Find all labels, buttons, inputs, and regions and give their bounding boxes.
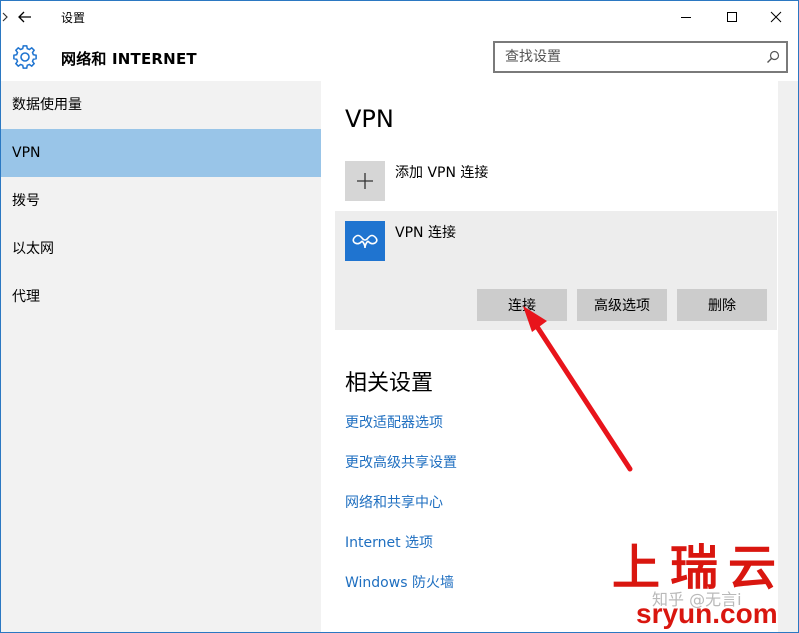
sidebar-item-label: 数据使用量	[12, 97, 82, 113]
delete-button[interactable]: 删除	[677, 289, 767, 321]
sidebar-item-proxy[interactable]: 代理	[1, 273, 321, 321]
back-button[interactable]	[13, 5, 37, 29]
vpn-connection-tile	[345, 221, 385, 261]
maximize-icon	[727, 12, 737, 22]
window-title: 设置	[61, 11, 86, 25]
add-vpn-button[interactable]: 添加 VPN 连接	[345, 161, 765, 201]
page-title: 网络和 INTERNET	[61, 50, 197, 68]
section-title-vpn: VPN	[345, 105, 394, 133]
title-bar: 设置	[1, 1, 798, 33]
close-button[interactable]	[753, 1, 798, 33]
advanced-options-button[interactable]: 高级选项	[577, 289, 667, 321]
link-network-sharing-center[interactable]: 网络和共享中心	[345, 492, 443, 512]
sidebar-item-label: 以太网	[12, 241, 54, 257]
watermark-site: sryun.com	[636, 598, 778, 629]
link-advanced-sharing-settings[interactable]: 更改高级共享设置	[345, 452, 457, 472]
search-icon[interactable]	[766, 50, 780, 64]
minimize-button[interactable]	[663, 1, 709, 33]
search-box[interactable]	[493, 41, 788, 73]
vpn-connection-name: VPN 连接	[395, 225, 456, 241]
add-vpn-tile[interactable]	[345, 161, 385, 201]
link-change-adapter-options[interactable]: 更改适配器选项	[345, 412, 443, 432]
section-title-related-settings: 相关设置	[345, 371, 434, 396]
link-windows-firewall[interactable]: Windows 防火墙	[345, 572, 454, 592]
page-header: 网络和 INTERNET	[1, 33, 798, 81]
search-input[interactable]	[495, 43, 755, 71]
connect-button[interactable]: 连接	[477, 289, 567, 321]
sidebar-item-vpn[interactable]: VPN	[1, 129, 321, 177]
window-edge-chevron-icon	[2, 12, 8, 22]
minimize-icon	[681, 17, 691, 18]
sidebar-item-label: 代理	[12, 289, 40, 305]
sidebar-item-label: VPN	[12, 145, 41, 161]
sidebar-item-label: 拨号	[12, 193, 40, 209]
add-vpn-label: 添加 VPN 连接	[395, 165, 489, 181]
back-arrow-icon	[18, 11, 31, 23]
vpn-link-icon	[352, 234, 378, 249]
maximize-button[interactable]	[709, 1, 755, 33]
sidebar-item-ethernet[interactable]: 以太网	[1, 225, 321, 273]
gear-icon	[13, 45, 37, 69]
close-icon	[770, 11, 782, 23]
sidebar-item-data-usage[interactable]: 数据使用量	[1, 81, 321, 129]
link-internet-options[interactable]: Internet 选项	[345, 532, 433, 552]
sidebar: 数据使用量 VPN 拨号 以太网 代理	[1, 81, 321, 632]
vpn-connection-item[interactable]: VPN 连接 连接 高级选项 删除	[335, 211, 777, 330]
sidebar-item-dialup[interactable]: 拨号	[1, 177, 321, 225]
plus-icon	[357, 173, 373, 189]
